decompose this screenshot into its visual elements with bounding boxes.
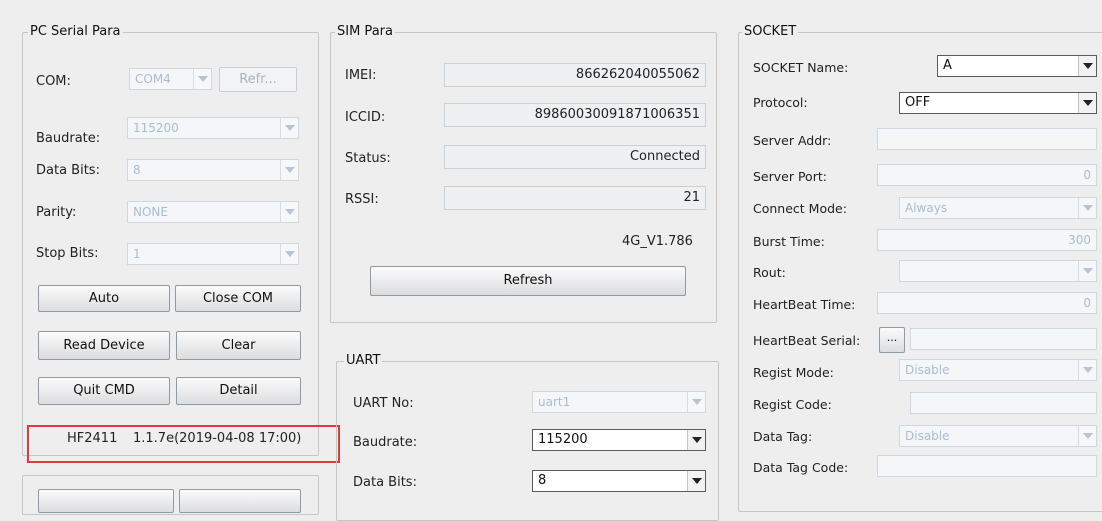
iccid-label: ICCID: bbox=[345, 110, 386, 125]
databits-label: Data Bits: bbox=[36, 163, 100, 178]
partial-button-right[interactable] bbox=[179, 489, 301, 513]
iccid-field: 89860030091871006351 bbox=[444, 103, 706, 127]
regist-code-label: Regist Code: bbox=[753, 397, 832, 412]
server-port-input[interactable]: 0 bbox=[877, 164, 1097, 186]
protocol-select[interactable]: OFF bbox=[899, 92, 1097, 114]
chevron-down-icon bbox=[280, 244, 298, 264]
partial-button-left[interactable] bbox=[38, 489, 174, 513]
chevron-down-icon bbox=[687, 392, 705, 412]
server-addr-label: Server Addr: bbox=[753, 133, 832, 148]
uart-baudrate-label: Baudrate: bbox=[353, 435, 418, 450]
parity-label: Parity: bbox=[36, 205, 77, 220]
data-tag-code-input[interactable] bbox=[877, 455, 1097, 477]
chevron-down-icon bbox=[687, 430, 705, 450]
quit-cmd-button[interactable]: Quit CMD bbox=[38, 377, 170, 405]
socket-name-label: SOCKET Name: bbox=[753, 60, 849, 75]
heartbeat-serial-label: HeartBeat Serial: bbox=[753, 333, 861, 348]
uart-baudrate-select[interactable]: 115200 bbox=[532, 429, 706, 451]
imei-label: IMEI: bbox=[345, 68, 377, 83]
rssi-label: RSSI: bbox=[345, 192, 379, 207]
chevron-down-icon bbox=[1078, 360, 1096, 380]
uart-no-select[interactable]: uart1 bbox=[532, 391, 706, 413]
socket-name-select[interactable]: A bbox=[937, 55, 1097, 77]
heartbeat-time-input[interactable]: 0 bbox=[877, 292, 1097, 314]
socket-title: SOCKET bbox=[742, 24, 799, 40]
uart-databits-select[interactable]: 8 bbox=[532, 470, 706, 492]
auto-button[interactable]: Auto bbox=[38, 285, 170, 312]
chevron-down-icon bbox=[280, 118, 298, 138]
burst-time-label: Burst Time: bbox=[753, 234, 825, 249]
connect-mode-select[interactable]: Always bbox=[899, 197, 1097, 219]
heartbeat-time-label: HeartBeat Time: bbox=[753, 297, 856, 312]
clear-button[interactable]: Clear bbox=[176, 331, 301, 360]
uart-title: UART bbox=[344, 353, 383, 369]
read-device-button[interactable]: Read Device bbox=[38, 331, 170, 360]
server-port-label: Server Port: bbox=[753, 169, 827, 184]
chevron-down-icon bbox=[1078, 261, 1096, 281]
uart-no-label: UART No: bbox=[353, 396, 414, 411]
chevron-down-icon bbox=[1078, 198, 1096, 218]
detail-button[interactable]: Detail bbox=[176, 377, 301, 405]
chevron-down-icon bbox=[687, 471, 705, 491]
close-com-button[interactable]: Close COM bbox=[175, 285, 301, 312]
stopbits-label: Stop Bits: bbox=[36, 246, 99, 261]
status-label: Status: bbox=[345, 151, 391, 166]
sim-refresh-button[interactable]: Refresh bbox=[370, 266, 686, 296]
com-label: COM: bbox=[36, 74, 71, 89]
chevron-down-icon bbox=[280, 202, 298, 222]
chevron-down-icon bbox=[280, 160, 298, 180]
uart-databits-label: Data Bits: bbox=[353, 475, 417, 490]
regist-mode-select[interactable]: Disable bbox=[899, 359, 1097, 381]
com-select[interactable]: COM4 bbox=[129, 68, 212, 90]
chevron-down-icon bbox=[193, 69, 211, 89]
heartbeat-serial-input[interactable] bbox=[910, 328, 1097, 350]
data-tag-label: Data Tag: bbox=[753, 429, 813, 444]
imei-field: 866262040055062 bbox=[444, 63, 706, 87]
server-addr-input[interactable] bbox=[877, 128, 1097, 150]
baudrate-select[interactable]: 115200 bbox=[127, 117, 299, 139]
refresh-com-button[interactable]: Refr... bbox=[219, 67, 297, 92]
rout-select[interactable] bbox=[899, 260, 1097, 282]
stopbits-select[interactable]: 1 bbox=[127, 243, 299, 265]
burst-time-input[interactable]: 300 bbox=[877, 229, 1097, 251]
data-tag-code-label: Data Tag Code: bbox=[753, 460, 849, 475]
highlight-box bbox=[27, 425, 340, 463]
chevron-down-icon bbox=[1078, 93, 1096, 113]
data-tag-select[interactable]: Disable bbox=[899, 425, 1097, 447]
baudrate-label: Baudrate: bbox=[36, 131, 101, 146]
regist-mode-label: Regist Mode: bbox=[753, 365, 834, 380]
pc-serial-title: PC Serial Para bbox=[28, 24, 123, 40]
sim-title: SIM Para bbox=[335, 24, 395, 40]
sim-version: 4G_V1.786 bbox=[622, 234, 693, 249]
protocol-label: Protocol: bbox=[753, 95, 808, 110]
connect-mode-label: Connect Mode: bbox=[753, 201, 847, 216]
rout-label: Rout: bbox=[753, 265, 786, 280]
chevron-down-icon bbox=[1078, 56, 1096, 76]
rssi-field: 21 bbox=[444, 186, 706, 210]
chevron-down-icon bbox=[1078, 426, 1096, 446]
status-field: Connected bbox=[444, 145, 706, 169]
heartbeat-serial-browse-button[interactable]: ... bbox=[879, 327, 905, 353]
databits-select[interactable]: 8 bbox=[127, 159, 299, 181]
parity-select[interactable]: NONE bbox=[127, 201, 299, 223]
regist-code-input[interactable] bbox=[910, 392, 1097, 414]
